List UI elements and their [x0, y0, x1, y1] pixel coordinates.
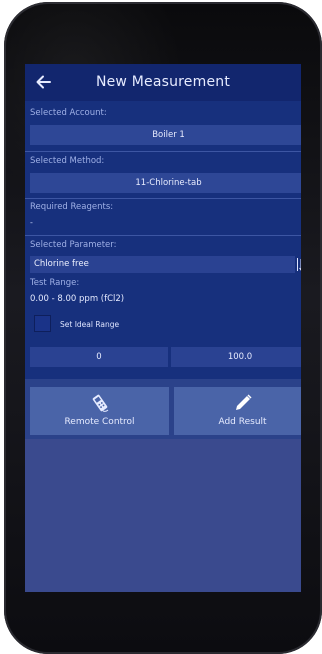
- sort-icon[interactable]: [296, 257, 301, 272]
- pencil-icon: [235, 394, 252, 410]
- ideal-range-label: Set Ideal Range: [60, 320, 120, 329]
- test-range-label: Test Range:: [30, 278, 80, 288]
- account-selector[interactable]: Boiler 1: [30, 125, 301, 145]
- add-result-button[interactable]: Add Result: [174, 387, 301, 435]
- ideal-range-max-input[interactable]: 100.0: [171, 347, 301, 367]
- page-title: New Measurement: [95, 74, 231, 90]
- account-label: Selected Account:: [30, 108, 107, 118]
- remote-control-label: Remote Control: [64, 417, 135, 427]
- remote-control-button[interactable]: Remote Control: [30, 387, 169, 435]
- reagents-value: -: [30, 218, 33, 227]
- divider: [25, 151, 301, 152]
- ideal-range-min-input[interactable]: 0: [30, 347, 168, 367]
- method-label: Selected Method:: [30, 156, 105, 166]
- action-bar: Remote Control Add Result: [25, 379, 301, 439]
- parameter-selector[interactable]: Chlorine free: [30, 256, 295, 273]
- method-selector[interactable]: 11-Chlorine-tab: [30, 173, 301, 193]
- parameter-label: Selected Parameter:: [30, 240, 117, 250]
- measurement-form: Selected Account: Boiler 1 Selected Meth…: [25, 101, 301, 379]
- app-screen: New Measurement Selected Account: Boiler…: [25, 64, 301, 592]
- ideal-range-checkbox[interactable]: [34, 315, 51, 332]
- phone-frame: New Measurement Selected Account: Boiler…: [4, 2, 322, 654]
- divider: [25, 198, 301, 199]
- app-header: New Measurement: [25, 64, 301, 101]
- reagents-label: Required Reagents:: [30, 202, 114, 212]
- add-result-label: Add Result: [218, 417, 267, 427]
- divider: [25, 235, 301, 236]
- test-range-value: 0.00 - 8.00 ppm (fCl2): [30, 294, 125, 304]
- remote-device-icon: [92, 394, 108, 412]
